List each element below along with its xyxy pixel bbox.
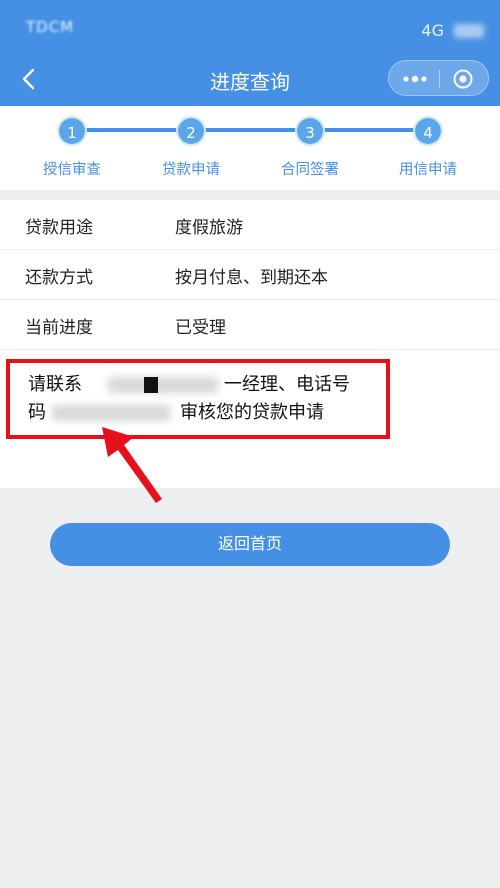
section-gap [0,190,500,200]
detail-label: 当前进度 [25,318,93,338]
step-number: 1 [57,116,87,146]
capsule-divider [439,70,440,88]
more-dots-icon[interactable] [400,69,430,89]
carrier-name: TDCM [26,18,75,36]
step-2: 2 贷款申请 [141,116,241,179]
detail-label: 贷款用途 [25,218,93,238]
target-icon[interactable] [452,68,474,90]
loan-details: 贷款用途 度假旅游 还款方式 按月付息、到期还本 当前进度 已受理 请联系 一经… [0,200,500,488]
highlight-box: 请联系 一经理、电话号 码 审核您的贷款申请 [6,359,390,439]
nav-bar: 进度查询 [0,52,500,106]
redacted-name [108,377,218,393]
progress-steps: 1 授信审查 2 贷款申请 3 合同签署 4 用信申请 [0,106,500,190]
message-line1-end: 一经理、电话号 [224,374,350,395]
detail-row-progress: 当前进度 已受理 [0,300,500,350]
step-label: 贷款申请 [162,162,220,178]
status-bar: TDCM 4G [0,0,500,52]
step-4: 4 用信申请 [378,116,478,179]
detail-row-repayment: 还款方式 按月付息、到期还本 [0,250,500,300]
step-number: 4 [413,116,443,146]
step-label: 用信申请 [399,162,457,178]
network-type: 4G [421,21,444,40]
mini-program-capsule [388,60,489,96]
step-label: 合同签署 [281,162,339,178]
detail-row-purpose: 贷款用途 度假旅游 [0,200,500,250]
progress-line [72,128,428,132]
step-1: 1 授信审查 [22,116,122,179]
detail-label: 还款方式 [25,268,93,288]
message-line2-end: 审核您的贷款申请 [180,402,324,423]
step-3: 3 合同签署 [260,116,360,179]
battery-icon [454,24,484,38]
detail-value: 按月付息、到期还本 [175,268,328,288]
message-line1-start: 请联系 [28,374,82,395]
return-home-button[interactable]: 返回首页 [50,523,450,566]
step-label: 授信审查 [43,162,101,178]
detail-value: 度假旅游 [175,218,243,238]
step-number: 3 [295,116,325,146]
redaction-block [144,377,158,393]
detail-value: 已受理 [175,318,226,338]
message-line2-start: 码 [28,402,46,423]
redacted-phone [52,405,170,421]
red-arrow-annotation [102,427,162,503]
step-number: 2 [176,116,206,146]
